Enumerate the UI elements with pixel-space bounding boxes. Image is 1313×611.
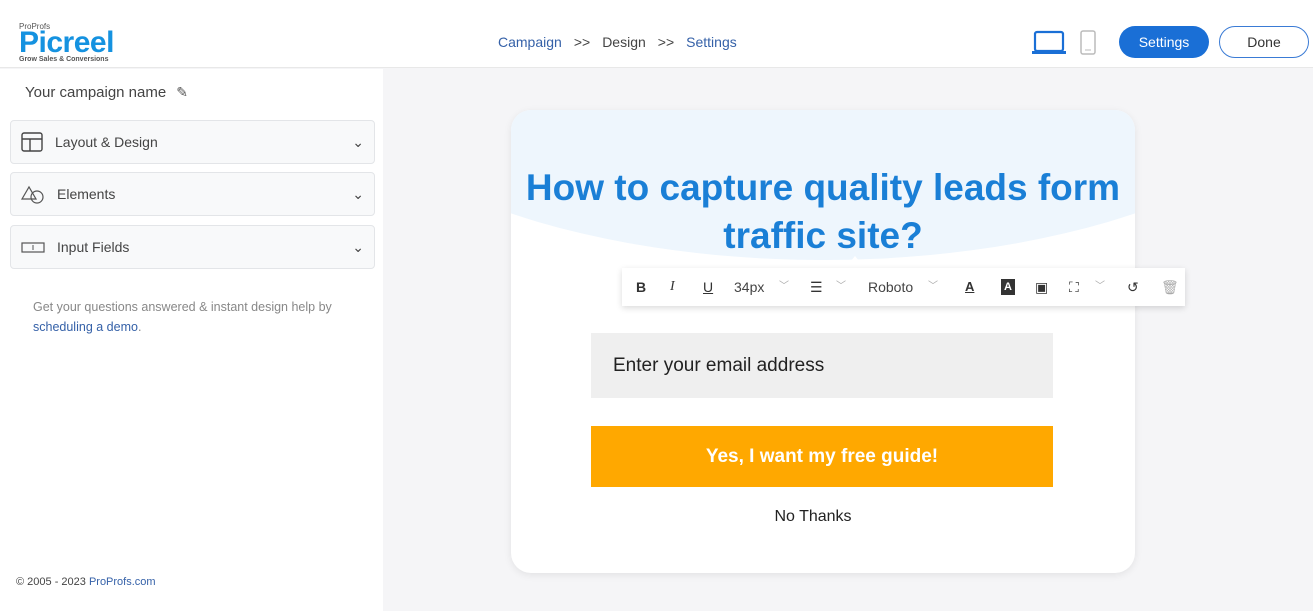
help-text: Get your questions answered & instant de…	[33, 297, 363, 337]
section-label: Elements	[57, 186, 116, 202]
underline-icon[interactable]: U	[703, 279, 713, 295]
text-format-toolbar: B I U 34px ﹀ ☰ ﹀ Roboto ﹀ A A ▣ ⛶ ﹀ ↺ 🗑	[622, 268, 1185, 306]
image-icon[interactable]: ▣	[1035, 279, 1048, 295]
breadcrumb-campaign[interactable]: Campaign	[498, 34, 562, 50]
chevron-down-icon[interactable]: ﹀	[779, 279, 789, 295]
cta-button[interactable]: Yes, I want my free guide!	[591, 426, 1053, 487]
input-field-icon	[21, 242, 45, 253]
campaign-name[interactable]: Your campaign name ✎	[25, 84, 188, 101]
no-thanks-link[interactable]: No Thanks	[511, 508, 1115, 526]
fullscreen-icon[interactable]: ⛶	[1069, 279, 1079, 295]
section-input-fields[interactable]: Input Fields ⌄	[10, 225, 375, 269]
shapes-icon	[21, 185, 44, 204]
breadcrumb-settings[interactable]: Settings	[686, 34, 737, 50]
chevron-down-icon[interactable]: ﹀	[1095, 279, 1105, 295]
breadcrumb: Campaign >> Design >> Settings	[498, 34, 737, 50]
proprofs-link[interactable]: ProProfs.com	[89, 576, 156, 588]
campaign-name-text: Your campaign name	[25, 84, 167, 101]
chevron-down-icon: ⌄	[352, 238, 364, 255]
done-button[interactable]: Done	[1219, 26, 1309, 58]
logo-name: Picreel	[19, 26, 114, 59]
breadcrumb-separator: >>	[657, 34, 675, 50]
chevron-down-icon: ⌄	[352, 133, 364, 150]
section-elements[interactable]: Elements ⌄	[10, 172, 375, 216]
chevron-down-icon: ⌄	[352, 185, 364, 202]
copyright-text: © 2005 - 2023	[16, 576, 89, 588]
chevron-down-icon[interactable]: ﹀	[836, 279, 846, 295]
font-family-dropdown[interactable]: Roboto	[868, 279, 913, 295]
desktop-icon[interactable]	[1032, 30, 1066, 56]
pencil-icon[interactable]: ✎	[176, 84, 188, 101]
email-field[interactable]	[591, 333, 1053, 398]
logo-tagline: Grow Sales & Conversions	[19, 56, 109, 63]
popup-headline[interactable]: How to capture quality leads form traffi…	[511, 164, 1135, 260]
breadcrumb-separator: >>	[573, 34, 591, 50]
highlight-color-icon[interactable]: A	[1001, 279, 1015, 295]
bold-icon[interactable]: B	[636, 279, 646, 295]
italic-icon[interactable]: I	[670, 279, 675, 295]
help-text-body: Get your questions answered & instant de…	[33, 300, 332, 314]
layout-icon	[21, 132, 43, 152]
section-label: Layout & Design	[55, 134, 158, 150]
chevron-down-icon[interactable]: ﹀	[928, 279, 938, 295]
section-layout-design[interactable]: Layout & Design ⌄	[10, 120, 375, 164]
mobile-icon[interactable]	[1080, 30, 1096, 56]
schedule-demo-link[interactable]: scheduling a demo	[33, 320, 138, 334]
settings-button[interactable]: Settings	[1119, 26, 1209, 58]
trash-icon[interactable]: 🗑	[1161, 279, 1179, 295]
reset-icon[interactable]: ↺	[1127, 279, 1139, 295]
section-label: Input Fields	[57, 239, 130, 255]
font-size-dropdown[interactable]: 34px	[734, 279, 764, 295]
copyright: © 2005 - 2023 ProProfs.com	[16, 576, 156, 588]
header: ProProfs Picreel Grow Sales & Conversion…	[0, 0, 1313, 68]
breadcrumb-design[interactable]: Design	[602, 34, 646, 50]
sidebar: Your campaign name ✎ Layout & Design ⌄ E…	[0, 69, 383, 611]
help-text-end: .	[137, 320, 142, 334]
popup-preview: How to capture quality leads form traffi…	[511, 110, 1135, 573]
text-color-icon[interactable]: A	[965, 279, 974, 295]
align-icon[interactable]: ☰	[810, 279, 823, 295]
toolbar-pointer	[845, 256, 865, 268]
